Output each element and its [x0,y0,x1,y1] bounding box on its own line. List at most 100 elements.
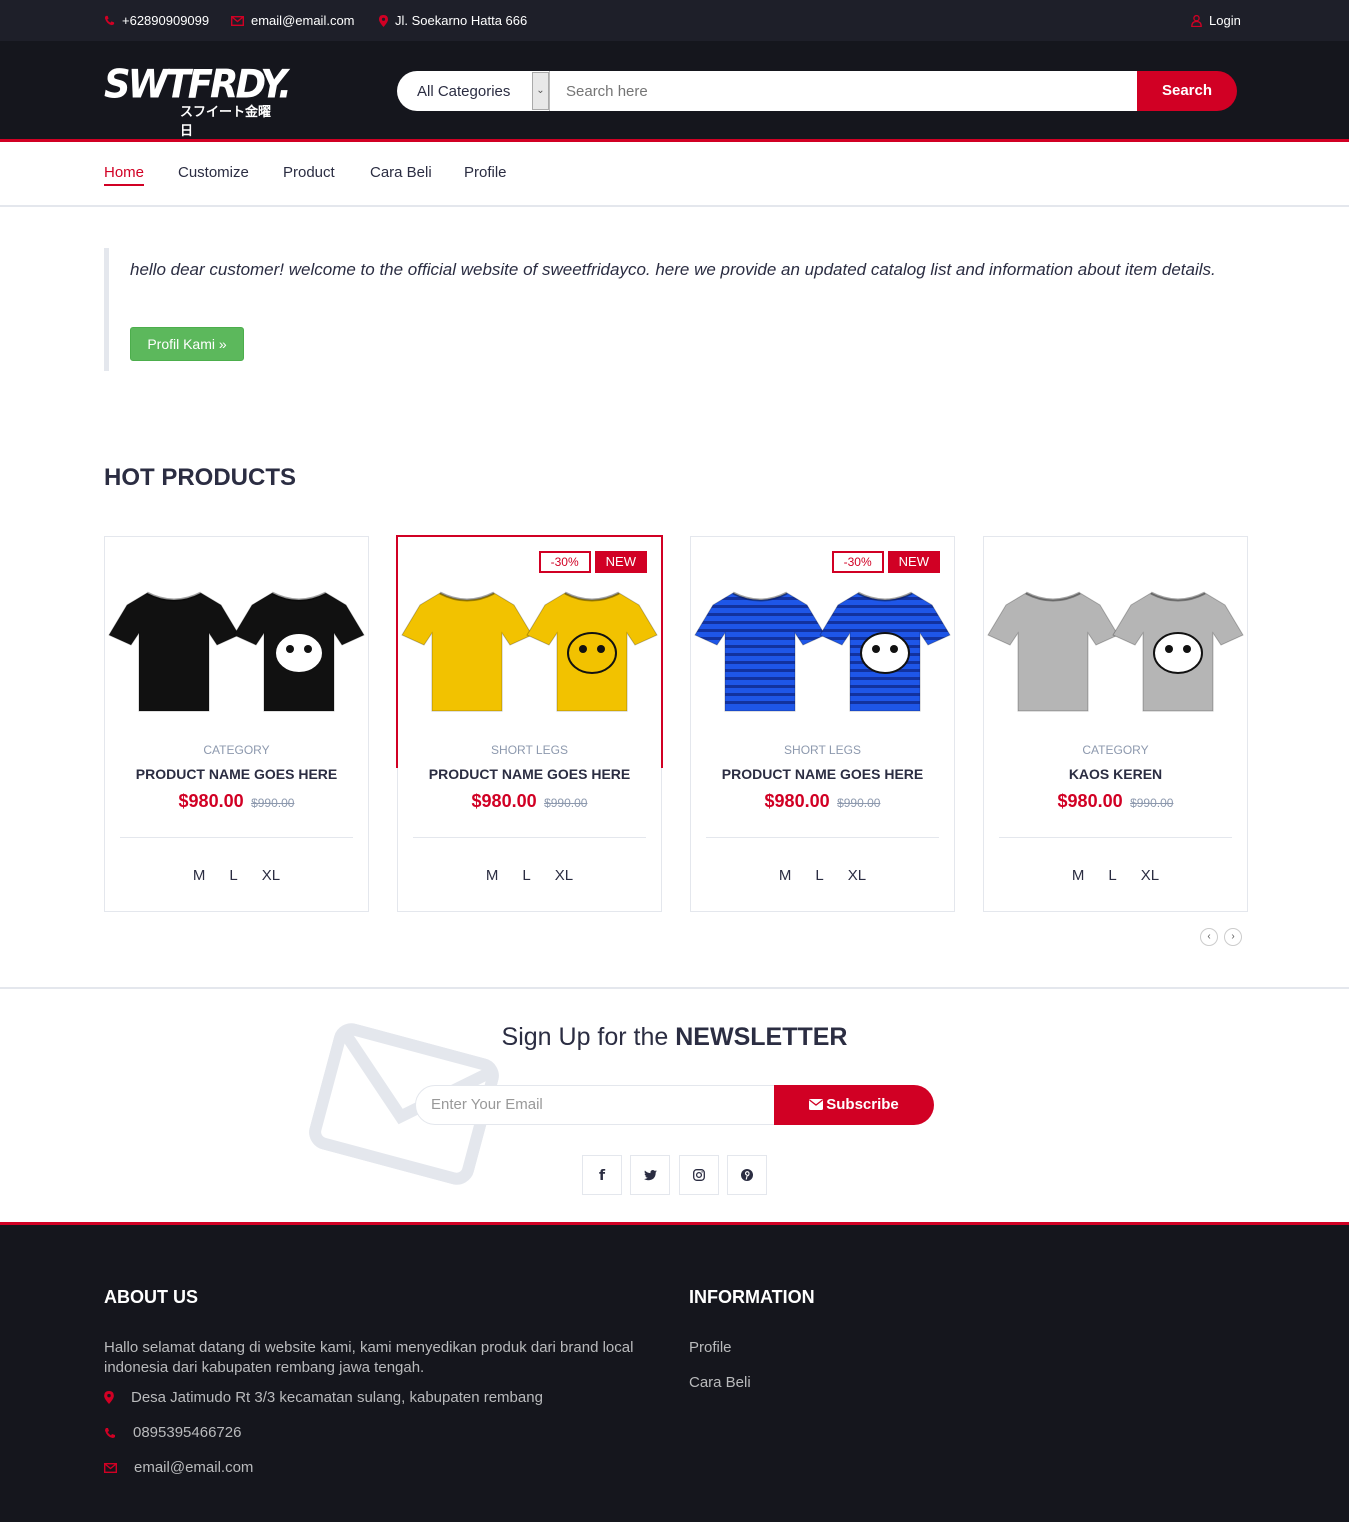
category-select-value: All Categories [417,83,511,100]
login-link[interactable]: Login [1191,13,1241,28]
nav-product[interactable]: Product [283,164,335,181]
footer-link-cara-beli[interactable]: Cara Beli [689,1374,751,1391]
phone-icon [104,15,115,26]
user-icon [1191,14,1202,27]
product-category: CATEGORY [1082,743,1149,757]
footer-email[interactable]: email@email.com [104,1459,253,1476]
size-option[interactable]: M [779,867,792,884]
newsletter-email-input[interactable]: Enter Your Email [415,1085,785,1125]
newsletter-form: Enter Your Email Subscribe [415,1085,934,1125]
newsletter-title-prefix: Sign Up for the [501,1023,676,1051]
divider [413,837,646,838]
new-badge: NEW [887,551,940,573]
product-name[interactable]: KAOS KEREN [984,766,1247,782]
product-card[interactable]: CATEGORY PRODUCT NAME GOES HERE $980.00 … [104,536,369,912]
product-card[interactable]: CATEGORY KAOS KEREN $980.00 $990.00 M L XL [983,536,1248,912]
product-image [108,591,365,712]
search-input[interactable] [550,71,1137,111]
category-select[interactable]: All Categories ⌄ [397,71,550,111]
size-option[interactable]: M [193,867,206,884]
product-price-current: $980.00 [178,791,244,811]
sale-badge: -30% [538,551,591,573]
product-card[interactable]: -30% NEW SHORT LEGS PRODUCT NAME GOES HE… [690,536,955,912]
product-image [694,591,951,712]
product-price-old: $990.00 [544,796,588,810]
size-option[interactable]: XL [1141,867,1159,884]
product-price-current: $980.00 [1057,791,1123,811]
footer-link-profile[interactable]: Profile [689,1339,732,1356]
header-address-text: Jl. Soekarno Hatta 666 [395,13,528,28]
product-card[interactable]: -30% NEW SHORT LEGS PRODUCT NAME GOES HE… [397,536,662,912]
search-button[interactable]: Search [1137,71,1237,111]
product-price: $980.00 $990.00 [105,791,368,812]
prev-arrow-icon[interactable]: ‹ [1200,928,1218,946]
footer-email-text: email@email.com [134,1459,254,1476]
search-form: All Categories ⌄ Search [397,71,1237,111]
profil-kami-button[interactable]: Profil Kami » [130,327,244,361]
divider [999,837,1232,838]
new-badge: NEW [594,551,647,573]
product-price-old: $990.00 [837,796,881,810]
main-header: SWTFRDY. スフイート金曜日 All Categories ⌄ Searc… [0,41,1349,142]
nav-cara-beli[interactable]: Cara Beli [370,164,432,181]
map-marker-icon [104,1391,114,1404]
product-price-old: $990.00 [251,796,295,810]
main-nav: Home Customize Product Cara Beli Profile [0,145,1349,207]
envelope-icon [104,1462,117,1473]
product-price-current: $980.00 [764,791,830,811]
product-name[interactable]: PRODUCT NAME GOES HERE [398,766,661,782]
product-price: $980.00 $990.00 [691,791,954,812]
product-price-current: $980.00 [471,791,537,811]
size-option[interactable]: XL [555,867,573,884]
header-address[interactable]: Jl. Soekarno Hatta 666 [379,13,527,28]
header-phone[interactable]: +62890909099 [104,13,209,28]
product-category: CATEGORY [203,743,270,757]
header-email[interactable]: email@email.com [231,13,355,28]
size-option[interactable]: L [229,867,237,884]
nav-home[interactable]: Home [104,164,145,186]
sale-badge: -30% [831,551,884,573]
top-header: +62890909099 email@email.com Jl. Soekarn… [0,0,1349,41]
nav-customize[interactable]: Customize [178,164,249,181]
product-price: $980.00 $990.00 [984,791,1247,812]
footer-address[interactable]: Desa Jatimudo Rt 3/3 kecamatan sulang, k… [104,1389,543,1406]
newsletter-title-bold: NEWSLETTER [675,1023,848,1051]
size-option[interactable]: M [1072,867,1085,884]
next-arrow-icon[interactable]: › [1224,928,1242,946]
product-price: $980.00 $990.00 [398,791,661,812]
product-name[interactable]: PRODUCT NAME GOES HERE [105,766,368,782]
product-image [401,591,658,712]
subscribe-button[interactable]: Subscribe [774,1085,934,1125]
header-email-text: email@email.com [251,13,355,28]
product-sizes: M L XL [105,867,368,884]
size-option[interactable]: L [522,867,530,884]
chevron-down-icon[interactable]: ⌄ [532,72,549,110]
about-us-title: ABOUT US [104,1287,198,1307]
divider [120,837,353,838]
footer-address-text: Desa Jatimudo Rt 3/3 kecamatan sulang, k… [131,1389,543,1406]
logo[interactable]: SWTFRDY. スフイート金曜日 [104,61,292,138]
map-marker-icon [379,14,388,27]
subscribe-label: Subscribe [826,1096,899,1113]
size-option[interactable]: XL [848,867,866,884]
size-option[interactable]: XL [262,867,280,884]
size-option[interactable]: L [815,867,823,884]
instagram-icon[interactable] [679,1155,719,1195]
product-category: SHORT LEGS [784,743,861,757]
welcome-blockquote: hello dear customer! welcome to the offi… [104,248,1216,371]
product-price-old: $990.00 [1130,796,1174,810]
pinterest-icon[interactable] [727,1155,767,1195]
product-sizes: M L XL [398,867,661,884]
product-name[interactable]: PRODUCT NAME GOES HERE [691,766,954,782]
footer-phone[interactable]: 0895395466726 [104,1424,241,1441]
twitter-icon[interactable] [630,1155,670,1195]
information-title: INFORMATION [689,1287,815,1307]
newsletter-section: Sign Up for the NEWSLETTER Enter Your Em… [0,987,1349,1223]
logo-text: SWTFRDY. [104,61,292,108]
size-option[interactable]: L [1108,867,1116,884]
footer: ABOUT US Hallo selamat datang di website… [0,1222,1349,1522]
product-category: SHORT LEGS [491,743,568,757]
facebook-icon[interactable]: f [582,1155,622,1195]
nav-profile[interactable]: Profile [464,164,507,181]
size-option[interactable]: M [486,867,499,884]
